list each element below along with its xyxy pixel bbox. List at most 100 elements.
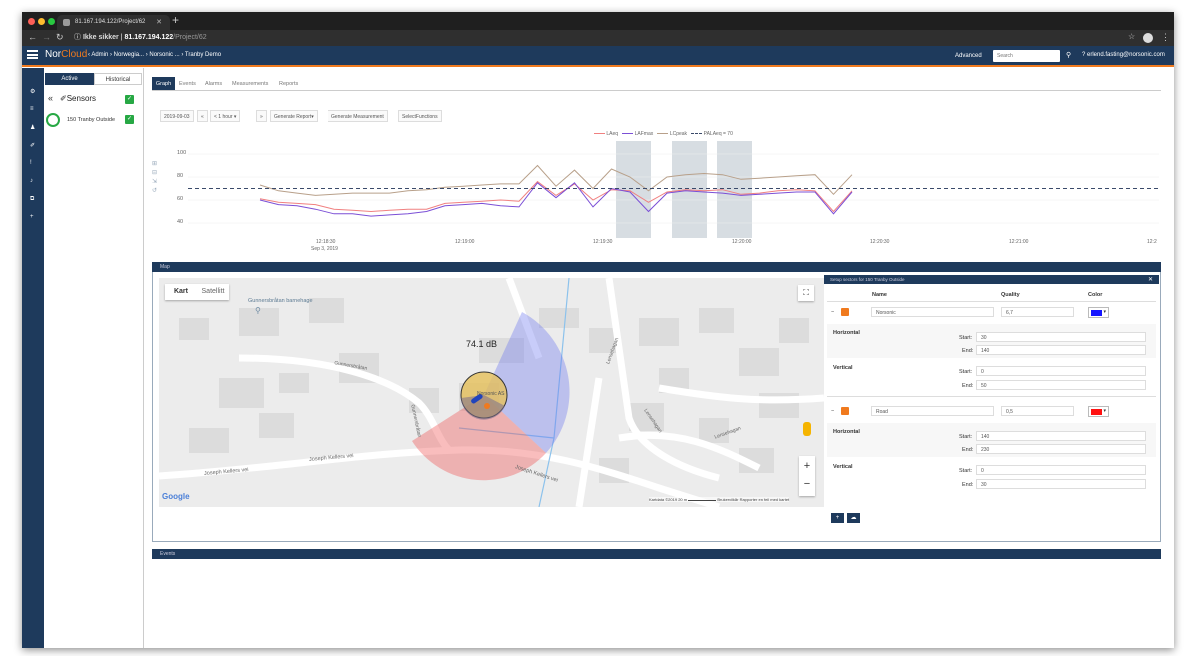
color-swatch	[1091, 310, 1102, 316]
url-path: /Project/62	[173, 34, 207, 41]
sector-name-field[interactable]: Road	[871, 406, 994, 416]
logo-part-nor: Nor	[45, 49, 62, 60]
level-chart[interactable]	[144, 68, 1174, 258]
search-input[interactable]	[993, 50, 1060, 62]
close-icon[interactable]: ✕	[1148, 276, 1153, 283]
gear-icon[interactable]: ⚙	[30, 88, 35, 95]
breadcrumb-text[interactable]: Admin › Norwegia... › Norsonic ... › Tra…	[91, 52, 221, 58]
map-section-header: Map	[152, 262, 1161, 272]
user-icon[interactable]: ♟	[30, 124, 35, 131]
sector-name-field[interactable]: Norsonic	[871, 307, 994, 317]
browser-menu-icon[interactable]: ⋮	[1161, 32, 1170, 43]
browser-tab[interactable]: 81.167.194.122/Project/62 ✕	[57, 15, 170, 30]
add-sector-button[interactable]: +	[831, 513, 844, 523]
poi-label[interactable]: Gunnersbråtan barnehage	[248, 298, 313, 304]
setup-sectors-panel: Setup sectors for 150 Tranby Outside ✕ Na…	[824, 275, 1159, 523]
sector-divider	[827, 396, 1156, 397]
add-icon[interactable]: +	[30, 214, 34, 220]
minimize-window-icon[interactable]	[38, 18, 45, 25]
collapse-sector-icon[interactable]: −	[831, 408, 834, 414]
sector-quality-field[interactable]: 6,7	[1001, 307, 1074, 317]
events-section-header: Events	[152, 549, 1161, 559]
kart-button[interactable]: Kart	[165, 288, 197, 295]
gauge-icon	[46, 113, 60, 127]
url-field[interactable]: ⓘ Ikke sikker | 81.167.194.122/Project/6…	[74, 32, 207, 42]
street-view-pegman-icon[interactable]	[803, 422, 811, 436]
color-swatch	[1091, 409, 1102, 415]
sector-quality-field[interactable]: 0,5	[1001, 406, 1074, 416]
color-select[interactable]: ▾	[1088, 307, 1109, 318]
close-tab-icon[interactable]: ✕	[156, 18, 162, 26]
setup-header: Setup sectors for 150 Tranby Outside ✕	[824, 275, 1159, 284]
alert-icon[interactable]: !	[30, 160, 32, 166]
v-end-field[interactable]: 30	[976, 479, 1146, 489]
h-end-field[interactable]: 230	[976, 444, 1146, 454]
fullscreen-icon[interactable]: ⛶	[798, 285, 814, 301]
bell-icon[interactable]: ♪	[30, 178, 33, 184]
sensors-header: ✐Sensors	[60, 94, 96, 103]
app-logo[interactable]: NorCloud	[45, 49, 87, 60]
x-tick: 12:19:30	[593, 239, 613, 245]
v-start-field[interactable]: 0	[976, 366, 1146, 376]
series-line-lcpeak[interactable]	[259, 164, 853, 196]
tab-title: 81.167.194.122/Project/62	[75, 19, 146, 25]
user-email: erlend.fasting@norsonic.com	[1087, 52, 1165, 58]
maximize-window-icon[interactable]	[48, 18, 55, 25]
list-icon[interactable]: ≡	[30, 106, 34, 112]
save-cloud-button[interactable]: ☁	[847, 513, 860, 523]
satellitt-button[interactable]: Satellitt	[197, 288, 229, 295]
tab-active[interactable]: Active	[45, 73, 94, 85]
start-label: Start:	[959, 335, 973, 341]
sensors-checkbox[interactable]: ✓	[125, 95, 134, 104]
zoom-in-button[interactable]: +	[799, 456, 815, 476]
start-label: Start:	[959, 434, 973, 440]
sensor-sidebar: Active Historical « ✐Sensors ✓ 150 Tranb…	[44, 68, 144, 648]
delete-sector-icon[interactable]	[841, 407, 849, 415]
end-label: End:	[962, 447, 974, 453]
start-label: Start:	[959, 468, 973, 474]
h-start-field[interactable]: 140	[976, 431, 1146, 441]
collapse-icon[interactable]: «	[48, 93, 53, 103]
reload-icon[interactable]: ↻	[56, 32, 64, 43]
v-start-field[interactable]: 0	[976, 465, 1146, 475]
h-start-field[interactable]: 30	[976, 332, 1146, 342]
zoom-control: + −	[799, 456, 815, 496]
main-content: Graph Events Alarms Measurements Reports…	[144, 68, 1174, 648]
v-end-field[interactable]: 50	[976, 380, 1146, 390]
map-attribution: Kartdata ©2019 20 m Brukervilkår Rapport…	[649, 497, 790, 502]
delete-sector-icon[interactable]	[841, 308, 849, 316]
color-select[interactable]: ▾	[1088, 406, 1109, 417]
hamburger-menu-icon[interactable]	[27, 50, 38, 59]
map-type-control: Kart Satellitt	[165, 284, 229, 300]
series-line-lafmax[interactable]	[259, 182, 853, 217]
zoom-out-button[interactable]: −	[799, 476, 815, 492]
user-menu[interactable]: ? erlend.fasting@norsonic.com	[1082, 52, 1165, 58]
col-quality: Quality	[1001, 292, 1020, 298]
sensor-checkbox[interactable]: ✓	[125, 115, 134, 124]
close-window-icon[interactable]	[28, 18, 35, 25]
copy-icon[interactable]: ⧉	[30, 196, 34, 203]
back-icon[interactable]: ←	[28, 32, 37, 42]
new-tab-icon[interactable]: +	[172, 13, 179, 27]
breadcrumb[interactable]: ‹ Admin › Norwegia... › Norsonic ... › T…	[88, 52, 221, 58]
icon-rail: ⚙ ≡ ♟ ✐ ! ♪ ⧉ +	[22, 68, 44, 648]
col-name: Name	[872, 292, 887, 298]
url-host: 81.167.194.122	[124, 34, 174, 41]
sensor-item-label[interactable]: 150 Tranby Outside	[67, 117, 115, 123]
forward-icon[interactable]: →	[42, 32, 51, 42]
map-view[interactable]: Kart Satellitt Gunnersbråtan barnehage ⚲…	[159, 278, 824, 507]
h-end-field[interactable]: 140	[976, 345, 1146, 355]
map-terms[interactable]: Brukervilkår Rapporter en feil med karte…	[717, 497, 789, 502]
search-icon[interactable]: ⚲	[1066, 51, 1071, 59]
help-icon[interactable]: ?	[1082, 52, 1085, 58]
collapse-sector-icon[interactable]: −	[831, 309, 834, 315]
x-tick: 12:2	[1147, 239, 1157, 245]
sensor-icon[interactable]: ✐	[30, 142, 35, 149]
bookmark-star-icon[interactable]: ☆	[1128, 32, 1135, 41]
setup-title: Setup sectors for 150 Tranby Outside	[830, 277, 905, 282]
tab-historical[interactable]: Historical	[94, 73, 142, 85]
header-divider	[827, 301, 1156, 302]
profile-avatar[interactable]	[1143, 33, 1153, 43]
advanced-link[interactable]: Advanced	[955, 53, 982, 59]
db-readout: 74.1 dB	[466, 339, 498, 349]
